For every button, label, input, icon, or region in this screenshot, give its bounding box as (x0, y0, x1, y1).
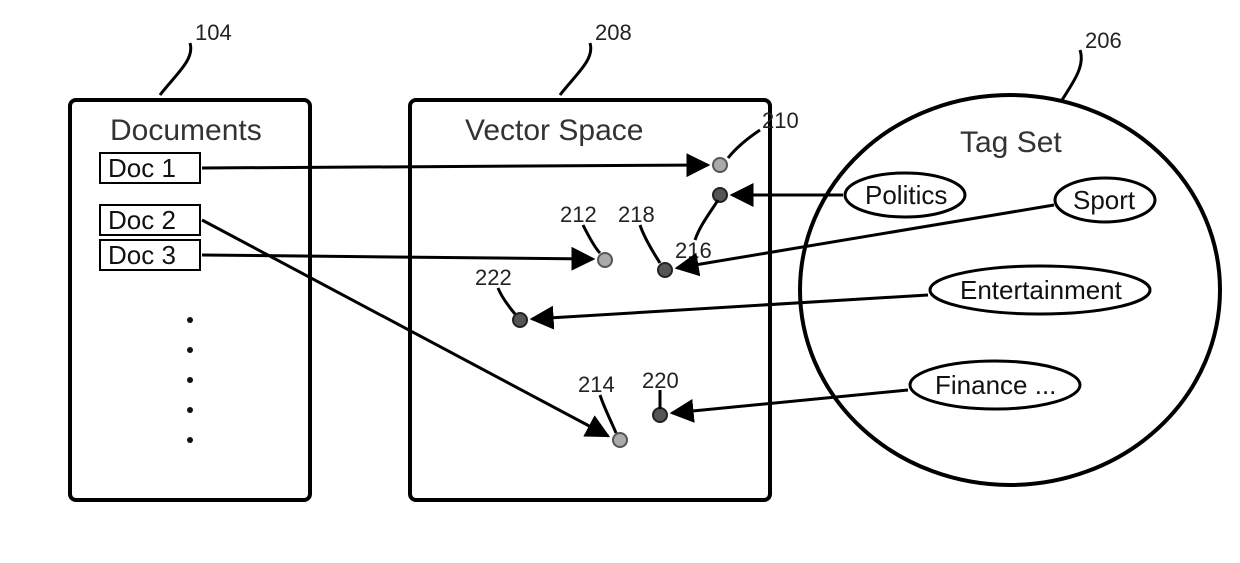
arrow-doc2 (202, 220, 608, 436)
arrow-sport (677, 205, 1054, 268)
point-218 (658, 263, 672, 277)
arrow-entertainment (532, 295, 928, 319)
doc-item-2: Doc 2 (108, 205, 176, 235)
svg-text:Entertainment: Entertainment (960, 275, 1123, 305)
point-210 (713, 158, 727, 172)
svg-text:104: 104 (195, 20, 232, 45)
svg-text:208: 208 (595, 20, 632, 45)
point-216 (713, 188, 727, 202)
svg-text:212: 212 (560, 202, 597, 227)
ref-216: 216 (675, 200, 718, 263)
svg-text:222: 222 (475, 265, 512, 290)
svg-text:218: 218 (618, 202, 655, 227)
svg-text:206: 206 (1085, 28, 1122, 53)
documents-title: Documents (110, 114, 262, 147)
diagram-root: Documents Doc 1 Doc 2 Doc 3 104 Vector S… (0, 0, 1240, 563)
ref-220: 220 (642, 368, 679, 409)
documents-box: Documents Doc 1 Doc 2 Doc 3 (70, 100, 310, 500)
svg-text:210: 210 (762, 108, 799, 133)
ref-208: 208 (560, 20, 632, 95)
arrow-finance (672, 390, 908, 413)
svg-text:Finance ...: Finance ... (935, 370, 1056, 400)
vector-space-title: Vector Space (465, 114, 643, 147)
tag-set: Tag Set Politics Sport Entertainment Fin… (800, 95, 1220, 485)
tag-set-title: Tag Set (960, 126, 1062, 159)
doc-item-3: Doc 3 (108, 240, 176, 270)
ref-104: 104 (160, 20, 232, 95)
svg-text:220: 220 (642, 368, 679, 393)
point-222 (513, 313, 527, 327)
ref-206: 206 (1062, 28, 1122, 100)
arrow-doc1 (202, 165, 708, 168)
arrow-doc3 (202, 255, 593, 259)
ref-212: 212 (560, 202, 600, 253)
svg-text:Politics: Politics (865, 180, 947, 210)
point-212 (598, 253, 612, 267)
ref-218: 218 (618, 202, 660, 263)
doc-item-1: Doc 1 (108, 153, 176, 183)
svg-text:Sport: Sport (1073, 185, 1136, 215)
point-220 (653, 408, 667, 422)
svg-text:216: 216 (675, 238, 712, 263)
ref-210: 210 (728, 108, 799, 158)
point-214 (613, 433, 627, 447)
svg-text:214: 214 (578, 372, 615, 397)
ref-222: 222 (475, 265, 515, 314)
